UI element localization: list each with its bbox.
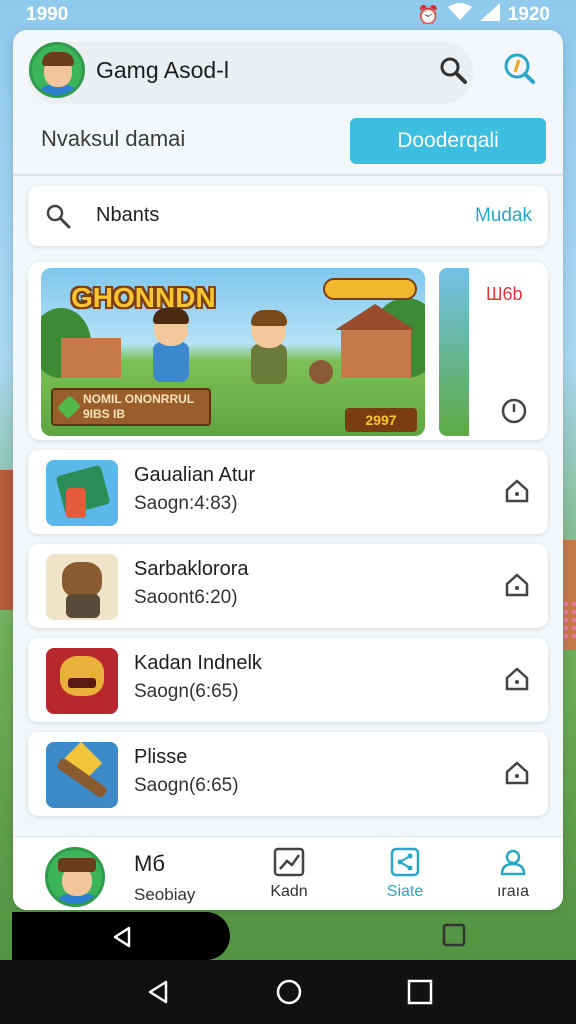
game-list-item[interactable]: Plisse Saogn(6:65): [28, 732, 548, 816]
game-list-item[interactable]: Sarbaklorora Saoont6:20): [28, 544, 548, 628]
system-navigation-bar: [0, 960, 576, 1024]
search-button[interactable]: [433, 52, 473, 92]
alarm-icon: ⏰: [417, 4, 440, 25]
game-meta: Saogn:4:83): [134, 493, 238, 514]
search-field[interactable]: Nbants Mudak: [28, 186, 548, 246]
game-meta: Saogn(6:65): [134, 681, 239, 702]
nav-label: ıraıa: [496, 883, 529, 900]
chart-icon: [251, 845, 327, 879]
game-title: Gaualian Atur: [134, 464, 256, 486]
app-window: Gamg Asod-l Nvaksul damai Dooderqali Nba…: [13, 30, 563, 910]
game-thumbnail: [46, 648, 118, 714]
search-icon: [438, 55, 468, 90]
game-meta: Saogn(6:65): [134, 775, 239, 796]
featured-game-art[interactable]: GHONNDN NOMIL ONONRRUL 9IBS IB 2997: [41, 268, 425, 436]
game-thumbnail: [46, 460, 118, 526]
score-badge: 2997: [345, 408, 417, 432]
status-clock: 1920: [507, 4, 550, 25]
house-art: [61, 338, 121, 378]
nav-item-siate[interactable]: Siate: [367, 845, 443, 905]
section-label: Nvaksul damai: [41, 126, 186, 151]
square-icon[interactable]: [442, 923, 466, 952]
nav-item-profile[interactable]: ıraıa: [475, 845, 551, 905]
background-flowers: [562, 600, 576, 640]
profile-title[interactable]: Мб: [134, 851, 165, 877]
bottom-navigation: Мб Seobiay Kadn Siate ıraıa: [13, 836, 563, 910]
plaque-line: 9IBS IB: [83, 407, 126, 421]
timer-icon[interactable]: [501, 398, 527, 429]
app-title: Gamg Asod-l: [96, 57, 229, 83]
home-icon[interactable]: [504, 478, 530, 509]
nav-label: Kadn: [270, 883, 308, 900]
house-art: [341, 328, 411, 378]
back-icon[interactable]: [144, 978, 172, 1011]
game-title: Plisse: [134, 746, 188, 768]
game-title: Kadan Indnelk: [134, 652, 262, 674]
discover-button[interactable]: [499, 50, 539, 90]
profile-avatar[interactable]: [45, 847, 105, 907]
game-logo: GHONNDN: [71, 282, 216, 313]
user-avatar[interactable]: [29, 42, 85, 98]
status-bar: 1990 ⏰ 1920: [0, 0, 576, 30]
signal-icon: [479, 3, 500, 27]
search-icon: [44, 202, 72, 235]
currency-pill: [323, 278, 417, 300]
nav-item-kadn[interactable]: Kadn: [251, 845, 327, 905]
divider: [13, 174, 563, 176]
banner-side-label: Ш6b: [486, 284, 523, 304]
primary-action-button[interactable]: Dooderqali: [350, 118, 546, 164]
status-time: 1990: [26, 4, 69, 25]
game-thumbnail: [46, 554, 118, 620]
back-arrow-icon[interactable]: [110, 925, 134, 954]
plaque-line: NOMIL ONONRRUL: [83, 392, 195, 406]
profile-subtitle: Seobiay: [134, 885, 196, 904]
pet-character: [309, 360, 333, 384]
game-list-item[interactable]: Gaualian Atur Saogn:4:83): [28, 450, 548, 534]
app-header-bar: [27, 42, 473, 104]
search-input-value[interactable]: Nbants: [96, 204, 159, 227]
search-action-link[interactable]: Mudak: [475, 205, 532, 227]
nav-label: Siate: [386, 883, 424, 900]
person-icon: [475, 845, 551, 879]
game-title: Sarbaklorora: [134, 558, 249, 580]
wifi-icon: [447, 3, 472, 27]
discover-icon: [502, 51, 536, 90]
home-icon[interactable]: [504, 760, 530, 791]
home-icon[interactable]: [504, 666, 530, 697]
home-icon[interactable]: [504, 572, 530, 603]
home-button-icon[interactable]: [275, 978, 303, 1011]
next-banner-preview[interactable]: [439, 268, 469, 436]
game-thumbnail: [46, 742, 118, 808]
status-icons: ⏰ 1920: [417, 3, 550, 27]
game-plaque: NOMIL ONONRRUL 9IBS IB: [51, 388, 211, 426]
roof-art: [335, 304, 415, 330]
game-meta: Saoont6:20): [134, 587, 238, 608]
recents-icon[interactable]: [406, 978, 434, 1011]
featured-banner-card[interactable]: GHONNDN NOMIL ONONRRUL 9IBS IB 2997 Ш6b: [28, 262, 548, 440]
share-icon: [367, 845, 443, 879]
game-list-item[interactable]: Kadan Indnelk Saogn(6:65): [28, 638, 548, 722]
